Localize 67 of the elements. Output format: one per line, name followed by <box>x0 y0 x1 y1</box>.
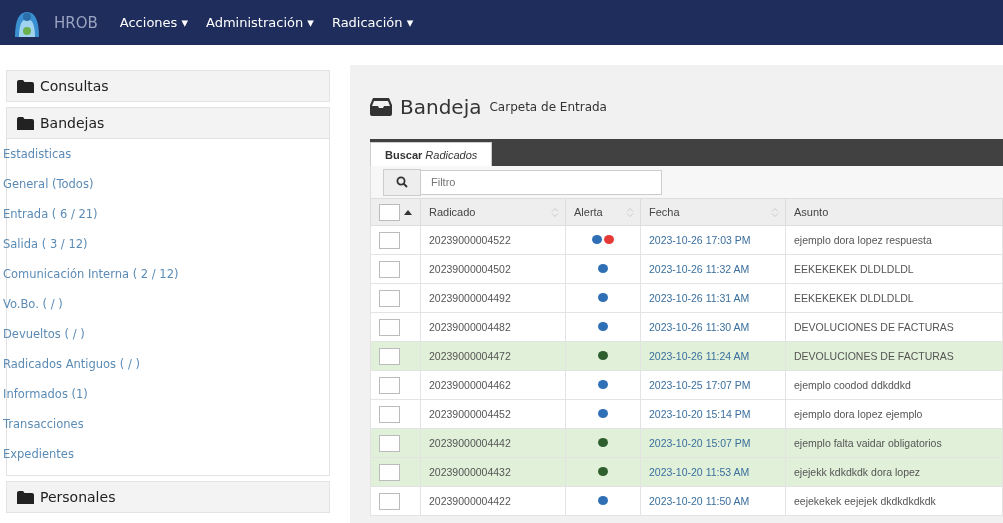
table-cell: eejekekek eejejek dkdkdkdkdk <box>794 495 936 507</box>
column-header[interactable]: Alerta <box>574 206 603 218</box>
table-cell: 20239000004472 <box>429 350 511 362</box>
filter-field[interactable]: Filtro <box>421 169 662 195</box>
table-cell: 20239000004442 <box>429 437 511 449</box>
row-checkbox[interactable] <box>379 492 400 510</box>
inbox-icon <box>370 98 392 116</box>
row-checkbox[interactable] <box>379 289 400 307</box>
sidebar-link[interactable]: Vo.Bo. ( / ) <box>2 295 329 325</box>
sidebar-link[interactable]: Estadisticas <box>2 145 329 175</box>
section-title: Personales <box>40 489 116 505</box>
sidebar-link[interactable]: Expedientes <box>2 445 329 475</box>
page-subtitle: Carpeta de Entrada <box>489 100 607 114</box>
sidebar-link[interactable]: Transacciones <box>2 415 329 445</box>
row-checkbox[interactable] <box>379 463 400 481</box>
search-tab[interactable]: Buscar Radicados <box>370 142 493 166</box>
folder-icon <box>17 79 34 93</box>
table-cell: EEKEKEKEK DLDLDLDL <box>794 263 914 275</box>
column-header[interactable]: Fecha <box>649 206 680 218</box>
table-cell: ejemplo coodod ddkddkd <box>794 379 911 391</box>
sidebar-link[interactable]: Devueltos ( / ) <box>2 325 329 355</box>
table-cell: ejemplo falta vaidar obligatorios <box>794 437 942 449</box>
sort-up-icon[interactable] <box>404 209 412 215</box>
section-title: Bandejas <box>40 115 105 131</box>
section-header[interactable]: Personales <box>6 481 330 513</box>
section-header[interactable]: Consultas <box>6 70 330 102</box>
search-icon <box>396 176 408 188</box>
table-cell: ejejekk kdkdkdk dora lopez <box>794 466 921 478</box>
row-checkbox[interactable] <box>379 260 400 278</box>
sidebar-link[interactable]: Comunicación Interna ( 2 / 12) <box>2 265 329 295</box>
row-checkbox[interactable] <box>379 347 400 365</box>
table-cell: 20239000004522 <box>429 234 511 246</box>
table-cell: EEKEKEKEK DLDLDLDL <box>794 292 914 304</box>
row-checkbox[interactable] <box>379 434 400 452</box>
row-checkbox[interactable] <box>379 376 400 394</box>
table-cell: ejemplo dora lopez ejemplo <box>794 408 923 420</box>
row-checkbox[interactable] <box>379 318 400 336</box>
brand-name[interactable]: HROB <box>54 13 98 32</box>
sidebar-link[interactable]: General (Todos) <box>2 175 329 205</box>
table-cell: 20239000004452 <box>429 408 511 420</box>
table-cell: DEVOLUCIONES DE FACTURAS <box>794 350 954 362</box>
table-cell: DEVOLUCIONES DE FACTURAS <box>794 321 954 333</box>
nav-menu[interactable]: Administración ▾ <box>204 11 316 34</box>
nav-menu[interactable]: Acciones ▾ <box>117 11 191 34</box>
page-title: Bandeja <box>400 95 482 119</box>
section-title: Consultas <box>40 78 109 94</box>
section-header[interactable]: Bandejas <box>6 107 330 139</box>
table-cell: 20239000004502 <box>429 263 511 275</box>
sidebar-link[interactable]: Salida ( 3 / 12) <box>2 235 329 265</box>
search-button[interactable] <box>383 168 421 196</box>
table-cell: 20239000004422 <box>429 495 511 507</box>
table-cell: 20239000004492 <box>429 292 511 304</box>
table-cell: 20239000004462 <box>429 379 511 391</box>
column-header[interactable]: Radicado <box>429 206 476 218</box>
column-header[interactable]: Asunto <box>794 206 829 218</box>
sidebar-link[interactable]: Entrada ( 6 / 21) <box>2 205 329 235</box>
table-cell: ejemplo dora lopez respuesta <box>794 234 932 246</box>
nav-menu[interactable]: Radicación ▾ <box>329 11 416 34</box>
row-checkbox[interactable] <box>379 405 400 423</box>
sidebar-link[interactable]: Radicados Antiguos ( / ) <box>2 355 329 385</box>
row-checkbox[interactable] <box>379 231 400 249</box>
table-cell: 20239000004482 <box>429 321 511 333</box>
select-all-checkbox[interactable] <box>379 203 400 221</box>
sidebar-link[interactable]: Informados (1) <box>2 385 329 415</box>
table-cell: 20239000004432 <box>429 466 511 478</box>
folder-icon <box>17 490 34 504</box>
folder-icon <box>17 116 34 130</box>
